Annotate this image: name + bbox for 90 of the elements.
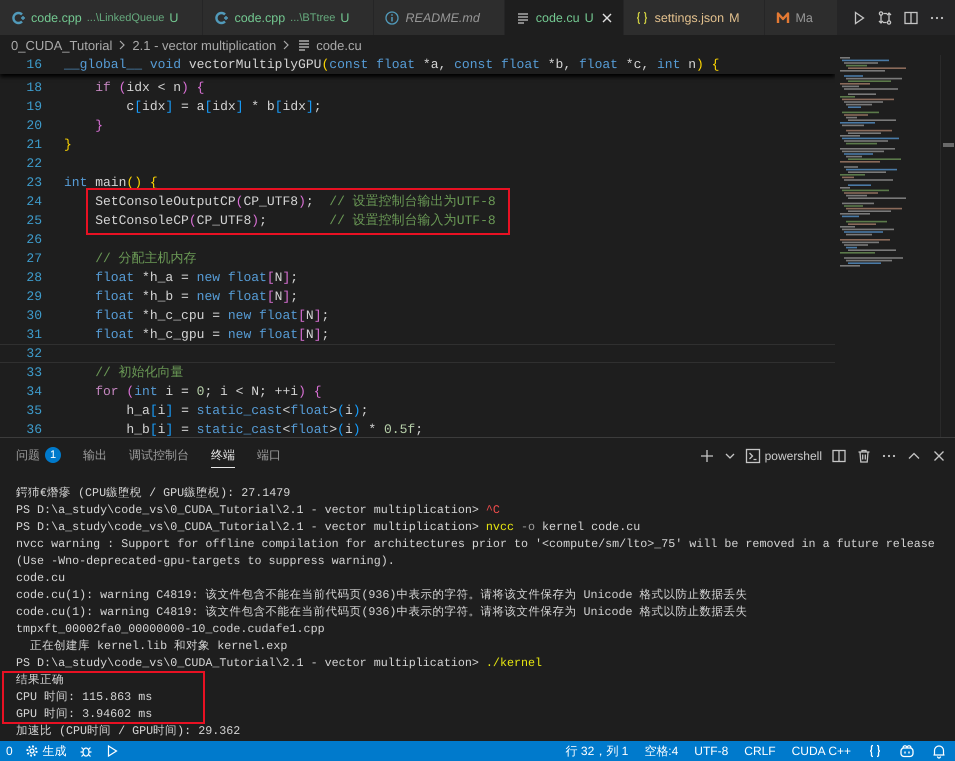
line-number: 34 <box>25 383 42 401</box>
editor-tab[interactable]: Ma <box>764 0 838 35</box>
code-line: float *h_b = new float[N]; <box>94 288 298 306</box>
editor-tab[interactable]: code.cpp ...\LinkedQueue U <box>0 0 204 35</box>
terminal-line: GPU 时间: 3.94602 ms <box>16 706 154 723</box>
editor-tab[interactable]: README.md <box>374 0 505 35</box>
panel-tab[interactable]: 输出 <box>83 444 107 468</box>
plus-icon[interactable] <box>698 448 715 464</box>
status-item[interactable]: CRLF <box>736 744 784 758</box>
code-line: __global__ void vectorMultiplyGPU(const float *a, const float *b, float *c, int n) { <box>64 56 720 74</box>
info-icon <box>384 10 400 26</box>
panel-tab[interactable]: 调试控制台 <box>129 444 189 468</box>
terminal-line: 鍔犻€熸瘮 (CPU鏃堕棿 / GPU鏃堕棿): 27.1479 <box>16 485 292 502</box>
line-number: 24 <box>25 193 42 211</box>
terminal-line: code.cu(1): warning C4819: 该文件包含不能在当前代码页(936)中表示的字符。请将该文件保存为 Unicode 格式以防止数据丢失 <box>16 604 749 621</box>
file-type-icon <box>213 10 230 26</box>
terminal-icon <box>744 448 761 464</box>
panel-tab[interactable]: 终端 <box>211 444 235 468</box>
status-item[interactable]: 行 32，列 1 <box>558 742 636 760</box>
count-badge: 1 <box>45 447 61 463</box>
code-line: // 分配主机内存 <box>94 250 197 268</box>
zigzag-icon <box>774 10 790 26</box>
line-number: 23 <box>25 174 42 192</box>
code-line: float *h_c_cpu = new float[N]; <box>94 307 330 325</box>
terminal-line: code.cu(1): warning C4819: 该文件包含不能在当前代码页(936)中表示的字符。请将该文件保存为 Unicode 格式以防止数据丢失 <box>16 587 749 604</box>
code-line: SetConsoleOutputCP(CP_UTF8); // 设置控制台输出为UTF-8 <box>94 193 496 211</box>
line-number: 29 <box>25 288 42 306</box>
terminal-line: (Use -Wno-deprecated-gpu-targets to suppress warning). <box>16 553 396 570</box>
code-line: } <box>64 136 72 154</box>
file-type-icon <box>10 10 26 26</box>
line-number: 18 <box>25 79 42 97</box>
terminal-line: tmpxft_00002fa0_00000000-10_code.cudafe1.cpp <box>16 621 326 638</box>
terminal-line: PS D:\a_study\code_vs\0_CUDA_Tutorial\2.1 - vector multiplication> nvcc -o kernel code.cu <box>16 519 642 536</box>
terminal-line: PS D:\a_study\code_vs\0_CUDA_Tutorial\2.1 - vector multiplication> ^C <box>16 502 501 519</box>
line-number: 21 <box>25 136 42 154</box>
line-number: 25 <box>25 212 42 230</box>
status-item[interactable]: 0 <box>0 744 19 758</box>
terminal-line: 正在创建库 kernel.lib 和对象 kernel.exp <box>29 638 288 655</box>
code-line: h_b[i] = static_cast<float>(i) * 0.5f; <box>125 421 424 437</box>
status-item[interactable]: 空格:4 <box>636 742 686 760</box>
line-number: 20 <box>25 117 42 135</box>
terminal-line: nvcc warning : Support for offline compilation for architectures prior to '<compute/sm/lto>_75' will be removed in a future release <box>16 536 936 553</box>
line-number: 16 <box>25 56 42 74</box>
line-number: 19 <box>25 98 42 116</box>
line-number: 31 <box>25 326 42 344</box>
compare-icon[interactable] <box>877 10 893 26</box>
terminal-line: PS D:\a_study\code_vs\0_CUDA_Tutorial\2.1 - vector multiplication> ./kernel <box>16 655 544 672</box>
line-number: 33 <box>25 364 42 382</box>
code-line: float *h_a = new float[N]; <box>94 269 298 287</box>
terminal-selector[interactable]: powershell <box>744 448 822 464</box>
breadcrumb-item[interactable]: 0_CUDA_Tutorial <box>11 38 112 52</box>
status-item[interactable]: CUDA C++ <box>784 744 859 758</box>
bell-icon[interactable] <box>931 743 947 759</box>
editor-tab[interactable]: code.cpp ...\BTtree U <box>203 0 374 35</box>
split-icon[interactable] <box>831 448 847 464</box>
trash-icon[interactable] <box>856 448 872 464</box>
line-number: 36 <box>25 421 42 437</box>
editor-tab[interactable]: settings.json M <box>624 0 764 35</box>
terminal-line: code.cu <box>16 570 66 587</box>
line-number: 35 <box>25 402 42 420</box>
status-item[interactable]: UTF-8 <box>686 744 736 758</box>
braces-icon[interactable] <box>867 743 883 759</box>
bug-icon[interactable] <box>78 744 93 758</box>
editor-tab[interactable]: code.cu U <box>504 0 624 35</box>
scrollbar-thumb[interactable] <box>943 143 954 147</box>
robot-icon[interactable] <box>899 743 915 759</box>
terminal-line: 加速比 (CPU时间 / GPU时间): 29.362 <box>16 723 242 740</box>
code-line: if (idx < n) { <box>94 79 204 97</box>
line-number: 26 <box>25 231 42 249</box>
breadcrumb-item[interactable]: 2.1 - vector multiplication <box>132 38 276 52</box>
panel-tab[interactable]: 问题 1 <box>16 444 61 468</box>
terminal-line: 结果正确 <box>16 672 65 689</box>
gear-icon <box>24 744 39 758</box>
code-line: float *h_c_gpu = new float[N]; <box>94 326 330 344</box>
panel-tab[interactable]: 端口 <box>257 444 281 468</box>
code-line: c[idx] = a[idx] * b[idx]; <box>125 98 322 116</box>
code-line: h_a[i] = static_cast<float>(i); <box>125 402 368 420</box>
split-icon[interactable] <box>903 10 919 26</box>
line-number: 22 <box>25 155 42 173</box>
line-number: 28 <box>25 269 42 287</box>
status-item[interactable]: 生成 <box>18 742 73 760</box>
breadcrumb-item[interactable]: code.cu <box>316 38 362 52</box>
line-number: 30 <box>25 307 42 325</box>
code-line: SetConsoleCP(CP_UTF8); // 设置控制台输入为UTF-8 <box>94 212 496 230</box>
line-number: 27 <box>25 250 42 268</box>
code-line: for (int i = 0; i < N; ++i) { <box>94 383 322 401</box>
terminal-line: CPU 时间: 115.863 ms <box>16 689 154 706</box>
code-line: } <box>94 117 104 135</box>
line-number: 32 <box>25 345 42 362</box>
code-line: // 初始化向量 <box>94 364 184 382</box>
